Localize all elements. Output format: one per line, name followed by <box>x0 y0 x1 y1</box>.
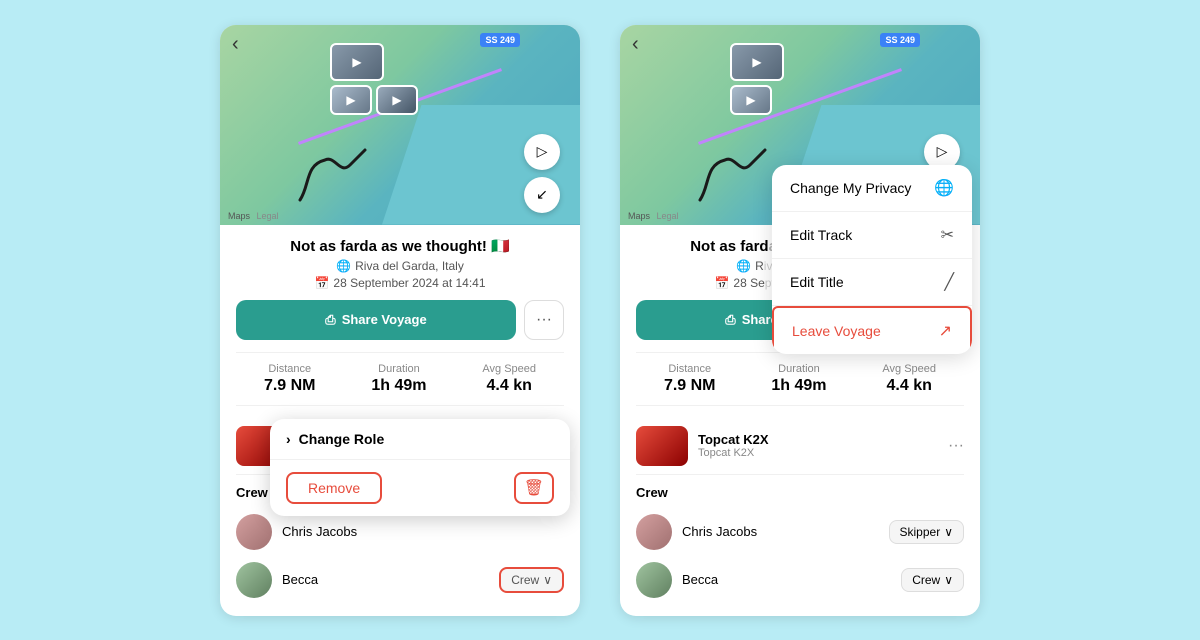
calendar-icon-left: 📅 <box>314 276 329 290</box>
crew-item-chris-right: Chris Jacobs Skipper ∨ <box>636 508 964 556</box>
trash-icon-button[interactable]: 🗑 <box>514 472 554 504</box>
back-arrow-left[interactable]: ‹ <box>232 33 239 56</box>
change-role-label: Change Role <box>299 431 385 447</box>
crew-avatar-chris-right <box>636 514 672 550</box>
boat-more-right[interactable]: ··· <box>948 437 964 455</box>
stat-distance-right: Distance 7.9 NM <box>664 363 716 395</box>
menu-label-track: Edit Track <box>790 227 852 243</box>
track-line-left <box>280 145 380 205</box>
location-row-left: 🌐 Riva del Garda, Italy <box>236 259 564 273</box>
boat-sub-right: Topcat K2X <box>698 447 938 459</box>
crew-item-becca-right: Becca Crew ∨ <box>636 556 964 604</box>
menu-item-title[interactable]: Edit Title ╱ <box>772 259 972 306</box>
share-row-left: ⎙ Share Voyage ··· <box>236 300 564 340</box>
stat-avgspeed-left: Avg Speed 4.4 kn <box>482 363 536 395</box>
thumb-1-right <box>730 43 784 81</box>
menu-label-privacy: Change My Privacy <box>790 180 911 196</box>
privacy-icon: 🌐 <box>934 178 954 198</box>
right-phone-card: SS 249 Maps Legal <box>620 25 980 616</box>
date-text-left: 28 September 2024 at 14:41 <box>333 276 485 290</box>
menu-item-track[interactable]: Edit Track ✂ <box>772 212 972 259</box>
track-line-right <box>680 145 780 205</box>
calendar-icon-right: 📅 <box>714 276 729 290</box>
menu-label-leave: Leave Voyage <box>792 323 881 339</box>
thumb-2-right <box>730 85 772 115</box>
context-menu-right: Change My Privacy 🌐 Edit Track ✂ Edit Ti… <box>772 165 972 354</box>
thumbnails-right <box>730 43 784 115</box>
crew-role-dropdown-becca-left[interactable]: Crew ∨ <box>499 567 564 593</box>
boat-card-right: Topcat K2X Topcat K2X ··· <box>636 418 964 475</box>
map-area-left: SS 249 Maps Legal <box>220 25 580 225</box>
maps-label-right: Maps Legal <box>628 211 679 221</box>
trash-icon: 🗑 <box>524 480 544 497</box>
crew-item-becca-left: Becca Crew ∨ <box>236 556 564 604</box>
voyage-title-left: Not as farda as we thought! 🇮🇹 <box>236 237 564 255</box>
crew-role-crew-right[interactable]: Crew ∨ <box>901 568 964 592</box>
change-role-arrow: › <box>286 431 291 447</box>
crew-name-becca-left: Becca <box>282 572 489 587</box>
stat-distance-left: Distance 7.9 NM <box>264 363 316 395</box>
ss-badge-right: SS 249 <box>880 33 920 47</box>
stat-duration-left: Duration 1h 49m <box>371 363 426 395</box>
stat-duration-right: Duration 1h 49m <box>771 363 826 395</box>
crew-role-skipper-right[interactable]: Skipper ∨ <box>889 520 964 544</box>
play-button-left[interactable]: ▷ <box>524 134 560 170</box>
main-container: SS 249 Maps Legal <box>0 5 1200 636</box>
stats-row-left: Distance 7.9 NM Duration 1h 49m Avg Spee… <box>236 352 564 406</box>
expand-button-left[interactable]: ↙ <box>524 177 560 213</box>
crew-section-right: Crew Chris Jacobs Skipper ∨ Becca Crew ∨ <box>636 485 964 604</box>
stat-avgspeed-right: Avg Speed 4.4 kn <box>882 363 936 395</box>
stats-row-right: Distance 7.9 NM Duration 1h 49m Avg Spee… <box>636 352 964 406</box>
crew-avatar-becca-left <box>236 562 272 598</box>
crew-avatar-becca-right <box>636 562 672 598</box>
scissors-icon: ✂ <box>941 225 954 245</box>
pencil-icon: ╱ <box>944 272 954 292</box>
leave-icon: ↗ <box>939 321 952 341</box>
share-icon-left: ⎙ <box>325 312 335 328</box>
date-row-left: 📅 28 September 2024 at 14:41 <box>236 276 564 290</box>
menu-item-leave[interactable]: Leave Voyage ↗ <box>772 306 972 354</box>
map-background-left: SS 249 Maps Legal <box>220 25 580 225</box>
globe-icon-left: 🌐 <box>336 259 351 273</box>
boat-image-right <box>636 426 688 466</box>
change-role-popup: › Change Role Remove 🗑 <box>270 419 570 516</box>
thumb-2-left <box>330 85 372 115</box>
thumbnails-left <box>330 43 418 115</box>
location-text-left: Riva del Garda, Italy <box>355 259 464 273</box>
crew-name-becca-right: Becca <box>682 572 891 587</box>
share-icon-right: ⎙ <box>725 312 735 328</box>
more-button-left[interactable]: ··· <box>524 300 564 340</box>
crew-avatar-chris-left <box>236 514 272 550</box>
crew-name-chris-right: Chris Jacobs <box>682 524 879 539</box>
boat-info-right: Topcat K2X Topcat K2X <box>698 432 938 459</box>
maps-label-left: Maps Legal <box>228 211 279 221</box>
back-arrow-right[interactable]: ‹ <box>632 33 639 56</box>
globe-icon-right: 🌐 <box>736 259 751 273</box>
menu-label-title: Edit Title <box>790 274 844 290</box>
crew-header-right: Crew <box>636 485 964 500</box>
remove-row: Remove 🗑 <box>270 460 570 516</box>
ss-badge-left: SS 249 <box>480 33 520 47</box>
remove-button[interactable]: Remove <box>286 472 382 504</box>
left-phone-card: SS 249 Maps Legal <box>220 25 580 616</box>
change-role-header: › Change Role <box>270 419 570 460</box>
crew-name-chris-left: Chris Jacobs <box>282 524 564 539</box>
thumb-1-left <box>330 43 384 81</box>
thumb-3-left <box>376 85 418 115</box>
share-button-left[interactable]: ⎙ Share Voyage <box>236 300 516 340</box>
boat-name-right: Topcat K2X <box>698 432 938 447</box>
menu-item-privacy[interactable]: Change My Privacy 🌐 <box>772 165 972 212</box>
